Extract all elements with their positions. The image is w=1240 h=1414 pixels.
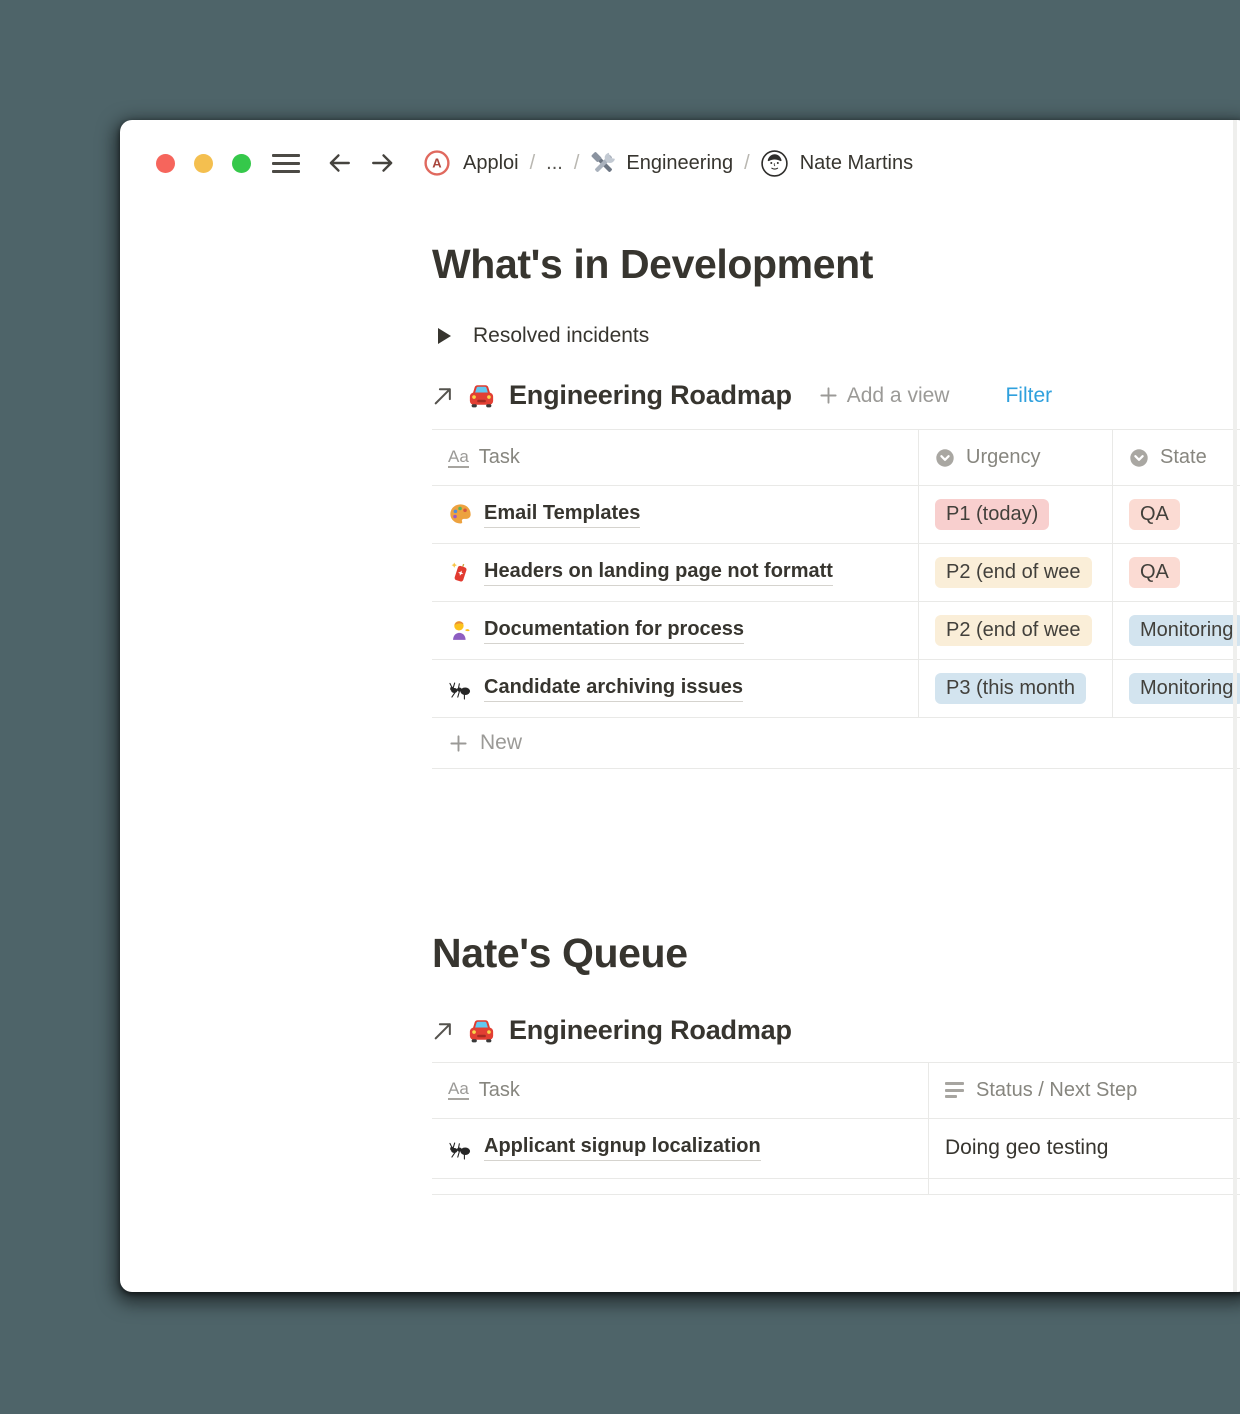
breadcrumb-ellipsis[interactable]: ... — [546, 152, 563, 175]
breadcrumb-current-page[interactable]: Nate Martins — [800, 152, 913, 175]
ant-emoji — [449, 682, 471, 700]
state-tag[interactable]: Monitoring — [1129, 615, 1240, 647]
column-header-urgency[interactable]: Urgency — [918, 430, 1112, 486]
state-cell[interactable]: QA — [1112, 544, 1240, 602]
state-tag[interactable]: QA — [1129, 499, 1180, 531]
database-title-link[interactable]: Engineering Roadmap — [509, 1015, 792, 1046]
column-label: Urgency — [966, 446, 1041, 469]
toggle-label: Resolved incidents — [473, 324, 650, 348]
traffic-close-button[interactable] — [156, 153, 175, 173]
breadcrumb-parent-page[interactable]: Engineering — [626, 152, 733, 175]
breadcrumb-workspace[interactable]: Apploi — [463, 152, 519, 175]
select-property-icon — [935, 447, 955, 468]
status-cell[interactable]: Doing geo testing — [928, 1118, 1240, 1178]
clipped-table-row — [432, 1178, 1240, 1195]
linked-database-header: Engineering Roadmap — [432, 1015, 1240, 1046]
task-cell[interactable]: Headers on landing page not formatt — [432, 544, 918, 601]
column-label: Status / Next Step — [976, 1078, 1138, 1101]
red-car-emoji — [469, 1019, 494, 1042]
column-header-task[interactable]: Aa Task — [432, 1063, 928, 1118]
open-link-arrow-icon — [434, 1022, 451, 1039]
task-page-link[interactable]: Documentation for process — [484, 618, 745, 644]
task-page-link[interactable]: Applicant signup localization — [484, 1135, 761, 1161]
urgency-tag[interactable]: P1 (today) — [935, 499, 1050, 531]
breadcrumb-separator: / — [573, 151, 580, 174]
hammer-wrench-icon — [591, 151, 616, 173]
column-label: Task — [478, 1078, 520, 1101]
section-title-nates-queue: Nate's Queue — [432, 930, 688, 977]
new-row-button[interactable]: New — [432, 718, 1240, 770]
apploi-logo-icon — [424, 150, 450, 176]
table-row: Candidate archiving issues P3 (this mont… — [432, 660, 1240, 719]
column-header-state[interactable]: State — [1112, 430, 1240, 486]
table-row: Applicant signup localization Doing geo … — [432, 1118, 1240, 1179]
task-cell[interactable]: Applicant signup localization — [432, 1119, 928, 1178]
task-page-link[interactable]: Email Templates — [484, 502, 641, 528]
breadcrumb-separator: / — [744, 151, 750, 174]
state-cell[interactable]: Monitoring — [1112, 602, 1240, 660]
state-tag[interactable]: Monitoring — [1129, 673, 1240, 705]
person-tipping-hand-emoji — [453, 621, 470, 641]
traffic-minimize-button[interactable] — [194, 153, 213, 173]
task-cell[interactable]: Email Templates — [432, 486, 918, 543]
plus-icon — [820, 387, 837, 404]
palette-emoji — [450, 504, 471, 524]
status-value: Doing geo testing — [945, 1136, 1109, 1160]
urgency-cell[interactable]: P3 (this month — [918, 660, 1112, 718]
page-title: What's in Development — [432, 241, 874, 287]
traffic-zoom-button[interactable] — [232, 153, 251, 173]
toggle-triangle-icon[interactable] — [438, 328, 451, 345]
table-header-row: Aa Task Urgency State — [432, 429, 1240, 487]
title-property-icon: Aa — [448, 446, 469, 468]
back-arrow-icon[interactable] — [326, 150, 352, 176]
breadcrumb-separator: / — [529, 151, 536, 174]
task-page-link[interactable]: Candidate archiving issues — [484, 676, 743, 702]
firecracker-emoji — [450, 562, 469, 584]
state-tag[interactable]: QA — [1129, 557, 1180, 589]
sidebar-menu-icon[interactable] — [272, 153, 300, 173]
roadmap-table: Aa Task Urgency State Email Templates P1… — [432, 429, 1240, 770]
column-header-status[interactable]: Status / Next Step — [928, 1062, 1240, 1118]
title-property-icon: Aa — [448, 1079, 469, 1101]
queue-table: Aa Task Status / Next Step Applicant sig… — [432, 1061, 1240, 1195]
add-view-button[interactable]: Add a view — [819, 383, 950, 408]
state-cell[interactable]: QA — [1112, 486, 1240, 544]
task-page-link[interactable]: Headers on landing page not formatt — [484, 560, 833, 586]
select-property-icon — [1129, 447, 1149, 468]
task-cell — [432, 1179, 928, 1194]
table-row: Headers on landing page not formatt P2 (… — [432, 544, 1240, 603]
status-cell — [928, 1178, 1240, 1194]
column-label: State — [1160, 446, 1207, 469]
urgency-cell[interactable]: P2 (end of wee — [918, 544, 1112, 602]
urgency-cell[interactable]: P1 (today) — [918, 486, 1112, 544]
column-label: Task — [478, 446, 520, 469]
forward-arrow-icon[interactable] — [370, 150, 396, 176]
table-row: Documentation for process P2 (end of wee… — [432, 602, 1240, 661]
ant-emoji — [449, 1142, 471, 1160]
app-window: Apploi / ... / Engineering / Nate Martin… — [120, 120, 1240, 1292]
add-view-label: Add a view — [846, 383, 950, 407]
toggle-resolved-incidents[interactable]: Resolved incidents — [432, 324, 1240, 348]
red-car-emoji — [469, 385, 494, 408]
task-cell[interactable]: Candidate archiving issues — [432, 660, 918, 717]
filter-button[interactable]: Filter — [1005, 384, 1052, 408]
open-link-arrow-icon — [434, 388, 451, 405]
titlebar: Apploi / ... / Engineering / Nate Martin… — [120, 120, 1240, 177]
new-row-label: New — [480, 731, 523, 755]
database-title-link[interactable]: Engineering Roadmap — [509, 380, 792, 411]
urgency-tag[interactable]: P2 (end of wee — [935, 615, 1092, 647]
urgency-tag[interactable]: P3 (this month — [935, 673, 1086, 705]
text-property-icon — [945, 1082, 965, 1099]
urgency-tag[interactable]: P2 (end of wee — [935, 557, 1092, 589]
linked-database-header: Engineering Roadmap Add a view Filter — [432, 380, 1240, 411]
column-header-task[interactable]: Aa Task — [432, 430, 918, 485]
task-cell[interactable]: Documentation for process — [432, 602, 918, 659]
table-row: Email Templates P1 (today) QA — [432, 486, 1240, 545]
plus-icon — [450, 735, 467, 752]
urgency-cell[interactable]: P2 (end of wee — [918, 602, 1112, 660]
state-cell[interactable]: Monitoring — [1112, 660, 1240, 718]
table-header-row: Aa Task Status / Next Step — [432, 1061, 1240, 1119]
nate-avatar-icon — [761, 149, 788, 177]
